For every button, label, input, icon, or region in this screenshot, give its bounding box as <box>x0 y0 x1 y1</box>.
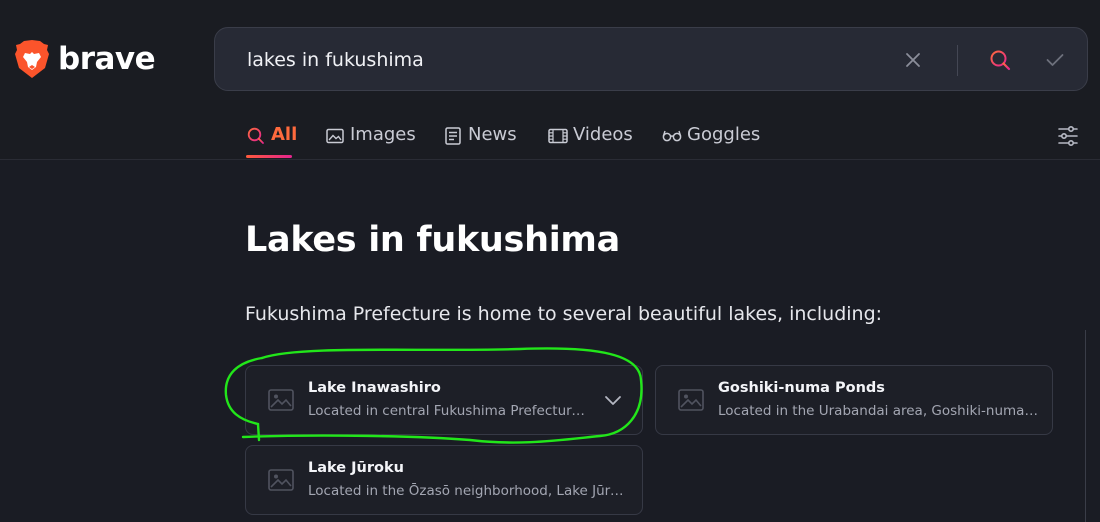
tab-all[interactable]: All <box>246 124 297 160</box>
tab-label: All <box>271 124 298 145</box>
image-placeholder-icon <box>268 468 294 492</box>
card-description: Located in central Fukushima Prefecture,… <box>308 403 588 419</box>
clear-icon[interactable] <box>900 47 926 73</box>
tab-news[interactable]: News <box>443 124 517 160</box>
search-icon[interactable] <box>987 47 1013 73</box>
image-placeholder-icon <box>268 388 294 412</box>
brand-name: brave <box>58 41 156 77</box>
search-divider <box>957 45 958 76</box>
search-input[interactable] <box>247 45 867 75</box>
goggles-icon <box>662 126 682 146</box>
answer-title: Lakes in fukushima <box>245 220 620 260</box>
lake-card-juroku[interactable]: Lake Jūroku Located in the Ōzasō neighbo… <box>245 445 643 515</box>
scrollbar-track[interactable] <box>1085 330 1086 522</box>
image-placeholder-icon <box>678 388 704 412</box>
card-title: Lake Jūroku <box>308 460 404 476</box>
card-title: Lake Inawashiro <box>308 380 441 396</box>
answer-intro: Fukushima Prefecture is home to several … <box>245 303 883 325</box>
top-bar: brave All <box>0 0 1100 160</box>
check-icon[interactable] <box>1042 47 1068 73</box>
chevron-down-icon[interactable] <box>603 391 623 409</box>
card-description: Located in the Ōzasō neighborhood, Lake … <box>308 483 628 499</box>
tab-label: Goggles <box>687 124 761 145</box>
card-description: Located in the Urabandai area, Goshiki-n… <box>718 403 1038 419</box>
tab-goggles[interactable]: Goggles <box>662 124 760 160</box>
search-box[interactable] <box>214 27 1088 91</box>
card-title: Goshiki-numa Ponds <box>718 380 885 396</box>
news-icon <box>443 126 463 146</box>
tab-label: Videos <box>573 124 633 145</box>
tab-label: News <box>468 124 517 145</box>
image-icon <box>325 126 345 146</box>
brave-logo[interactable]: brave <box>14 38 156 80</box>
tab-label: Images <box>350 124 416 145</box>
tab-images[interactable]: Images <box>325 124 416 160</box>
tab-videos[interactable]: Videos <box>548 124 633 160</box>
lake-card-goshiki-numa[interactable]: Goshiki-numa Ponds Located in the Uraban… <box>655 365 1053 435</box>
film-icon <box>548 126 568 146</box>
filter-settings-icon[interactable] <box>1056 124 1080 148</box>
active-tab-indicator <box>246 155 292 158</box>
search-icon <box>246 126 266 146</box>
lake-card-inawashiro[interactable]: Lake Inawashiro Located in central Fukus… <box>245 365 643 435</box>
brave-lion-icon <box>15 40 49 78</box>
